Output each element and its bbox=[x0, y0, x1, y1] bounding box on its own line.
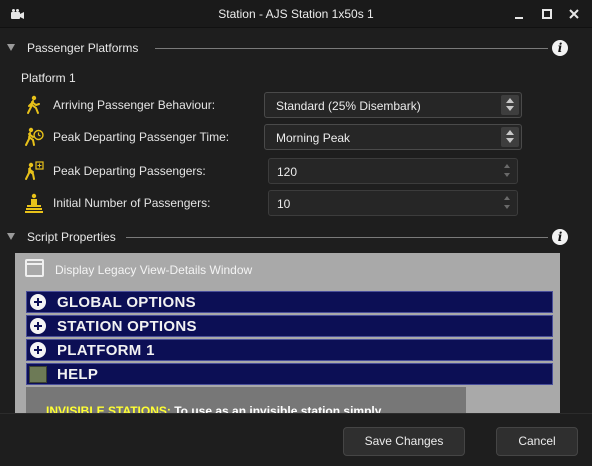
chevron-down-icon bbox=[506, 106, 514, 111]
section-divider bbox=[155, 48, 548, 49]
peak-departing-time-label: Peak Departing Passenger Time: bbox=[53, 130, 230, 144]
expand-plus-icon[interactable] bbox=[30, 318, 46, 334]
initial-passengers-label: Initial Number of Passengers: bbox=[53, 196, 211, 210]
station-options-label[interactable]: STATION OPTIONS bbox=[57, 318, 197, 335]
collapse-triangle-icon[interactable] bbox=[7, 233, 15, 240]
select-stepper[interactable] bbox=[501, 127, 519, 147]
cancel-button[interactable]: Cancel bbox=[496, 427, 578, 456]
waiting-passengers-icon bbox=[25, 193, 43, 213]
window-title: Station - AJS Station 1x50s 1 bbox=[218, 7, 374, 21]
chevron-up-icon bbox=[506, 98, 514, 103]
help-body: To use as an invisible station simply bbox=[170, 404, 382, 413]
initial-passengers-input[interactable]: 10 bbox=[268, 190, 518, 216]
expand-plus-icon[interactable] bbox=[30, 342, 46, 358]
passenger-clock-icon bbox=[25, 127, 44, 146]
walking-passenger-icon bbox=[27, 95, 40, 114]
help-bar[interactable]: HELP bbox=[26, 363, 553, 385]
title-bar[interactable]: Station - AJS Station 1x50s 1 bbox=[0, 0, 592, 28]
window-icon bbox=[25, 259, 44, 277]
arriving-behaviour-select[interactable]: Standard (25% Disembark) bbox=[264, 92, 522, 118]
arriving-behaviour-row: Arriving Passenger Behaviour: Standard (… bbox=[0, 92, 592, 118]
section-title: Passenger Platforms bbox=[27, 41, 139, 55]
help-book-icon[interactable] bbox=[29, 366, 47, 383]
passenger-count-icon bbox=[25, 161, 44, 180]
passenger-platforms-header[interactable]: Passenger Platforms i bbox=[0, 39, 592, 59]
platform-label: Platform 1 bbox=[21, 71, 76, 85]
help-text-box: INVISIBLE STATIONS: To use as an invisib… bbox=[26, 387, 466, 413]
station-options-bar[interactable]: STATION OPTIONS bbox=[26, 315, 553, 337]
global-options-bar[interactable]: GLOBAL OPTIONS bbox=[26, 291, 553, 313]
script-panel[interactable]: Display Legacy View-Details Window GLOBA… bbox=[15, 253, 560, 413]
peak-departing-passengers-value: 120 bbox=[277, 165, 298, 179]
peak-departing-passengers-label: Peak Departing Passengers: bbox=[53, 164, 206, 178]
dialog-footer: Save Changes Cancel bbox=[0, 413, 592, 466]
script-properties-header[interactable]: Script Properties i bbox=[0, 228, 592, 248]
collapse-triangle-icon[interactable] bbox=[7, 44, 15, 51]
arriving-behaviour-value: Standard (25% Disembark) bbox=[276, 99, 421, 113]
peak-departing-time-value: Morning Peak bbox=[276, 131, 351, 145]
info-icon[interactable]: i bbox=[552, 229, 568, 245]
legacy-view-row[interactable]: Display Legacy View-Details Window bbox=[15, 253, 560, 285]
platform-1-bar[interactable]: PLATFORM 1 bbox=[26, 339, 553, 361]
chevron-down-icon bbox=[504, 205, 510, 209]
help-label[interactable]: HELP bbox=[57, 366, 98, 383]
help-keyword: INVISIBLE STATIONS: bbox=[46, 404, 171, 413]
initial-passengers-value: 10 bbox=[277, 197, 291, 211]
peak-departing-time-row: Peak Departing Passenger Time: Morning P… bbox=[0, 124, 592, 150]
maximize-icon[interactable] bbox=[538, 5, 556, 23]
initial-passengers-row: Initial Number of Passengers: 10 bbox=[0, 190, 592, 216]
close-icon[interactable] bbox=[565, 5, 583, 23]
chevron-down-icon bbox=[504, 173, 510, 177]
global-options-label[interactable]: GLOBAL OPTIONS bbox=[57, 294, 196, 311]
chevron-up-icon bbox=[504, 164, 510, 168]
minimize-icon[interactable] bbox=[510, 5, 528, 23]
peak-departing-passengers-input[interactable]: 120 bbox=[268, 158, 518, 184]
chevron-down-icon bbox=[506, 138, 514, 143]
expand-plus-icon[interactable] bbox=[30, 294, 46, 310]
save-changes-button[interactable]: Save Changes bbox=[343, 427, 465, 456]
help-text: INVISIBLE STATIONS: To use as an invisib… bbox=[46, 404, 381, 413]
legacy-view-label[interactable]: Display Legacy View-Details Window bbox=[55, 263, 252, 277]
platform-1-label[interactable]: PLATFORM 1 bbox=[57, 342, 155, 359]
peak-departing-passengers-row: Peak Departing Passengers: 120 bbox=[0, 158, 592, 184]
section-divider bbox=[126, 237, 548, 238]
section-title: Script Properties bbox=[27, 230, 116, 244]
select-stepper[interactable] bbox=[501, 95, 519, 115]
chevron-up-icon bbox=[506, 130, 514, 135]
info-icon[interactable]: i bbox=[552, 40, 568, 56]
arriving-behaviour-label: Arriving Passenger Behaviour: bbox=[53, 98, 216, 112]
peak-departing-time-select[interactable]: Morning Peak bbox=[264, 124, 522, 150]
chevron-up-icon bbox=[504, 196, 510, 200]
